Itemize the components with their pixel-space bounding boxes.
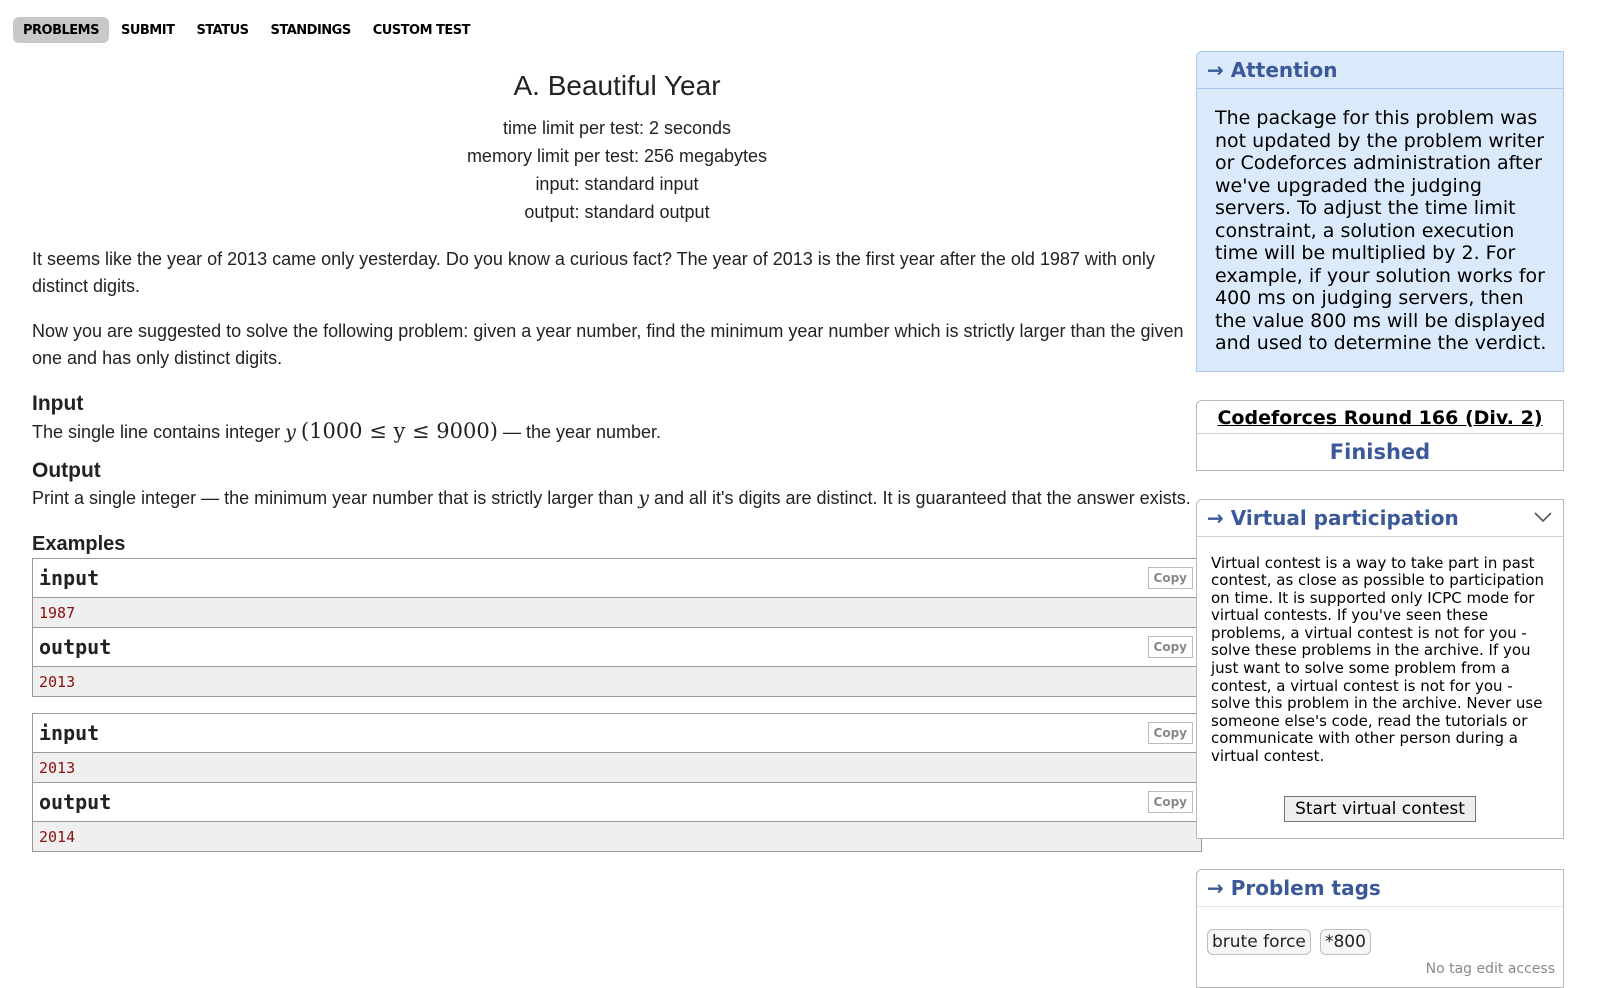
no-tag-access-note: No tag edit access (1425, 960, 1555, 977)
tag-difficulty[interactable]: *800 (1319, 928, 1371, 955)
top-nav: PROBLEMS SUBMIT STATUS STANDINGS CUSTOM … (13, 17, 480, 43)
problem-tags-body: brute force *800 No tag edit access (1197, 907, 1563, 987)
chevron-down-icon[interactable] (1533, 507, 1553, 528)
input-text: — the year number. (497, 422, 662, 442)
memory-limit: memory limit per test: 256 megabytes (466, 146, 768, 166)
output-section-title: Output (32, 459, 101, 482)
sample-test: input Copy 2013 output Copy 2014 (32, 713, 1202, 852)
math-constraint: (1000 ≤ y ≤ 9000) (300, 419, 498, 443)
copy-button[interactable]: Copy (1147, 722, 1193, 744)
attention-title: → Attention (1197, 52, 1563, 89)
virtual-participation-box: → Virtual participation Virtual contest … (1196, 498, 1564, 839)
problem-title: A. Beautiful Year (513, 70, 721, 101)
tab-status[interactable]: STATUS (186, 17, 258, 43)
statement-paragraph: Now you are suggested to solve the follo… (32, 321, 1184, 368)
sample-output-value: 2014 (33, 822, 1201, 851)
sample-output-label: output (39, 635, 112, 659)
contest-box: Codeforces Round 166 (Div. 2) Finished (1196, 399, 1564, 471)
attention-box: → Attention The package for this problem… (1196, 51, 1564, 372)
input-section-body: The single line contains integer y (1000… (32, 418, 1202, 445)
output-text: and all it's digits are distinct. It is … (648, 488, 1191, 508)
examples-title: Examples (32, 533, 126, 555)
problem-statement: A. Beautiful Year time limit per test: 2… (32, 70, 1202, 868)
statement-paragraph: It seems like the year of 2013 came only… (32, 249, 1155, 296)
math-variable: y (285, 421, 296, 443)
input-file: input: standard input (535, 174, 699, 194)
sample-input-value: 1987 (33, 598, 1201, 628)
virtual-participation-header: → Virtual participation (1197, 500, 1563, 537)
time-limit: time limit per test: 2 seconds (502, 118, 732, 138)
sample-output-label: output (39, 790, 112, 814)
input-section-title: Input (32, 392, 84, 415)
tag-brute-force[interactable]: brute force (1207, 928, 1311, 955)
sample-output-header: output Copy (33, 783, 1201, 822)
math-variable: y (638, 487, 649, 509)
tab-custom-test[interactable]: CUSTOM TEST (363, 17, 480, 43)
sample-output-value: 2013 (33, 667, 1201, 696)
copy-button[interactable]: Copy (1147, 567, 1193, 589)
output-file: output: standard output (524, 202, 710, 222)
contest-status: Finished (1329, 439, 1431, 464)
output-text: Print a single integer — the minimum yea… (32, 488, 639, 508)
tab-submit[interactable]: SUBMIT (111, 17, 184, 43)
tab-standings[interactable]: STANDINGS (261, 17, 361, 43)
input-text: The single line contains integer (32, 422, 286, 442)
sample-input-value: 2013 (33, 753, 1201, 783)
virtual-participation-title: → Virtual participation (1207, 505, 1459, 530)
sample-output-header: output Copy (33, 628, 1201, 667)
copy-button[interactable]: Copy (1147, 636, 1193, 658)
sidebar: → Attention The package for this problem… (1196, 51, 1564, 988)
attention-text: The package for this problem was not upd… (1215, 107, 1547, 354)
sample-input-label: input (39, 721, 100, 745)
problem-tags-box: → Problem tags brute force *800 No tag e… (1196, 868, 1564, 988)
tab-problems[interactable]: PROBLEMS (13, 17, 109, 43)
copy-button[interactable]: Copy (1147, 791, 1193, 813)
sample-input-label: input (39, 566, 100, 590)
sample-input-header: input Copy (33, 559, 1201, 598)
sample-input-header: input Copy (33, 714, 1201, 753)
virtual-participation-text: Virtual contest is a way to take part in… (1211, 553, 1545, 766)
sample-test: input Copy 1987 output Copy 2013 (32, 558, 1202, 697)
start-virtual-wrap: Start virtual contest (1197, 795, 1563, 822)
start-virtual-contest-button[interactable]: Start virtual contest (1284, 795, 1476, 822)
problem-tags-title: → Problem tags (1197, 870, 1563, 907)
contest-link[interactable]: Codeforces Round 166 (Div. 2) (1197, 401, 1563, 434)
output-section-body: Print a single integer — the minimum yea… (32, 485, 1202, 511)
